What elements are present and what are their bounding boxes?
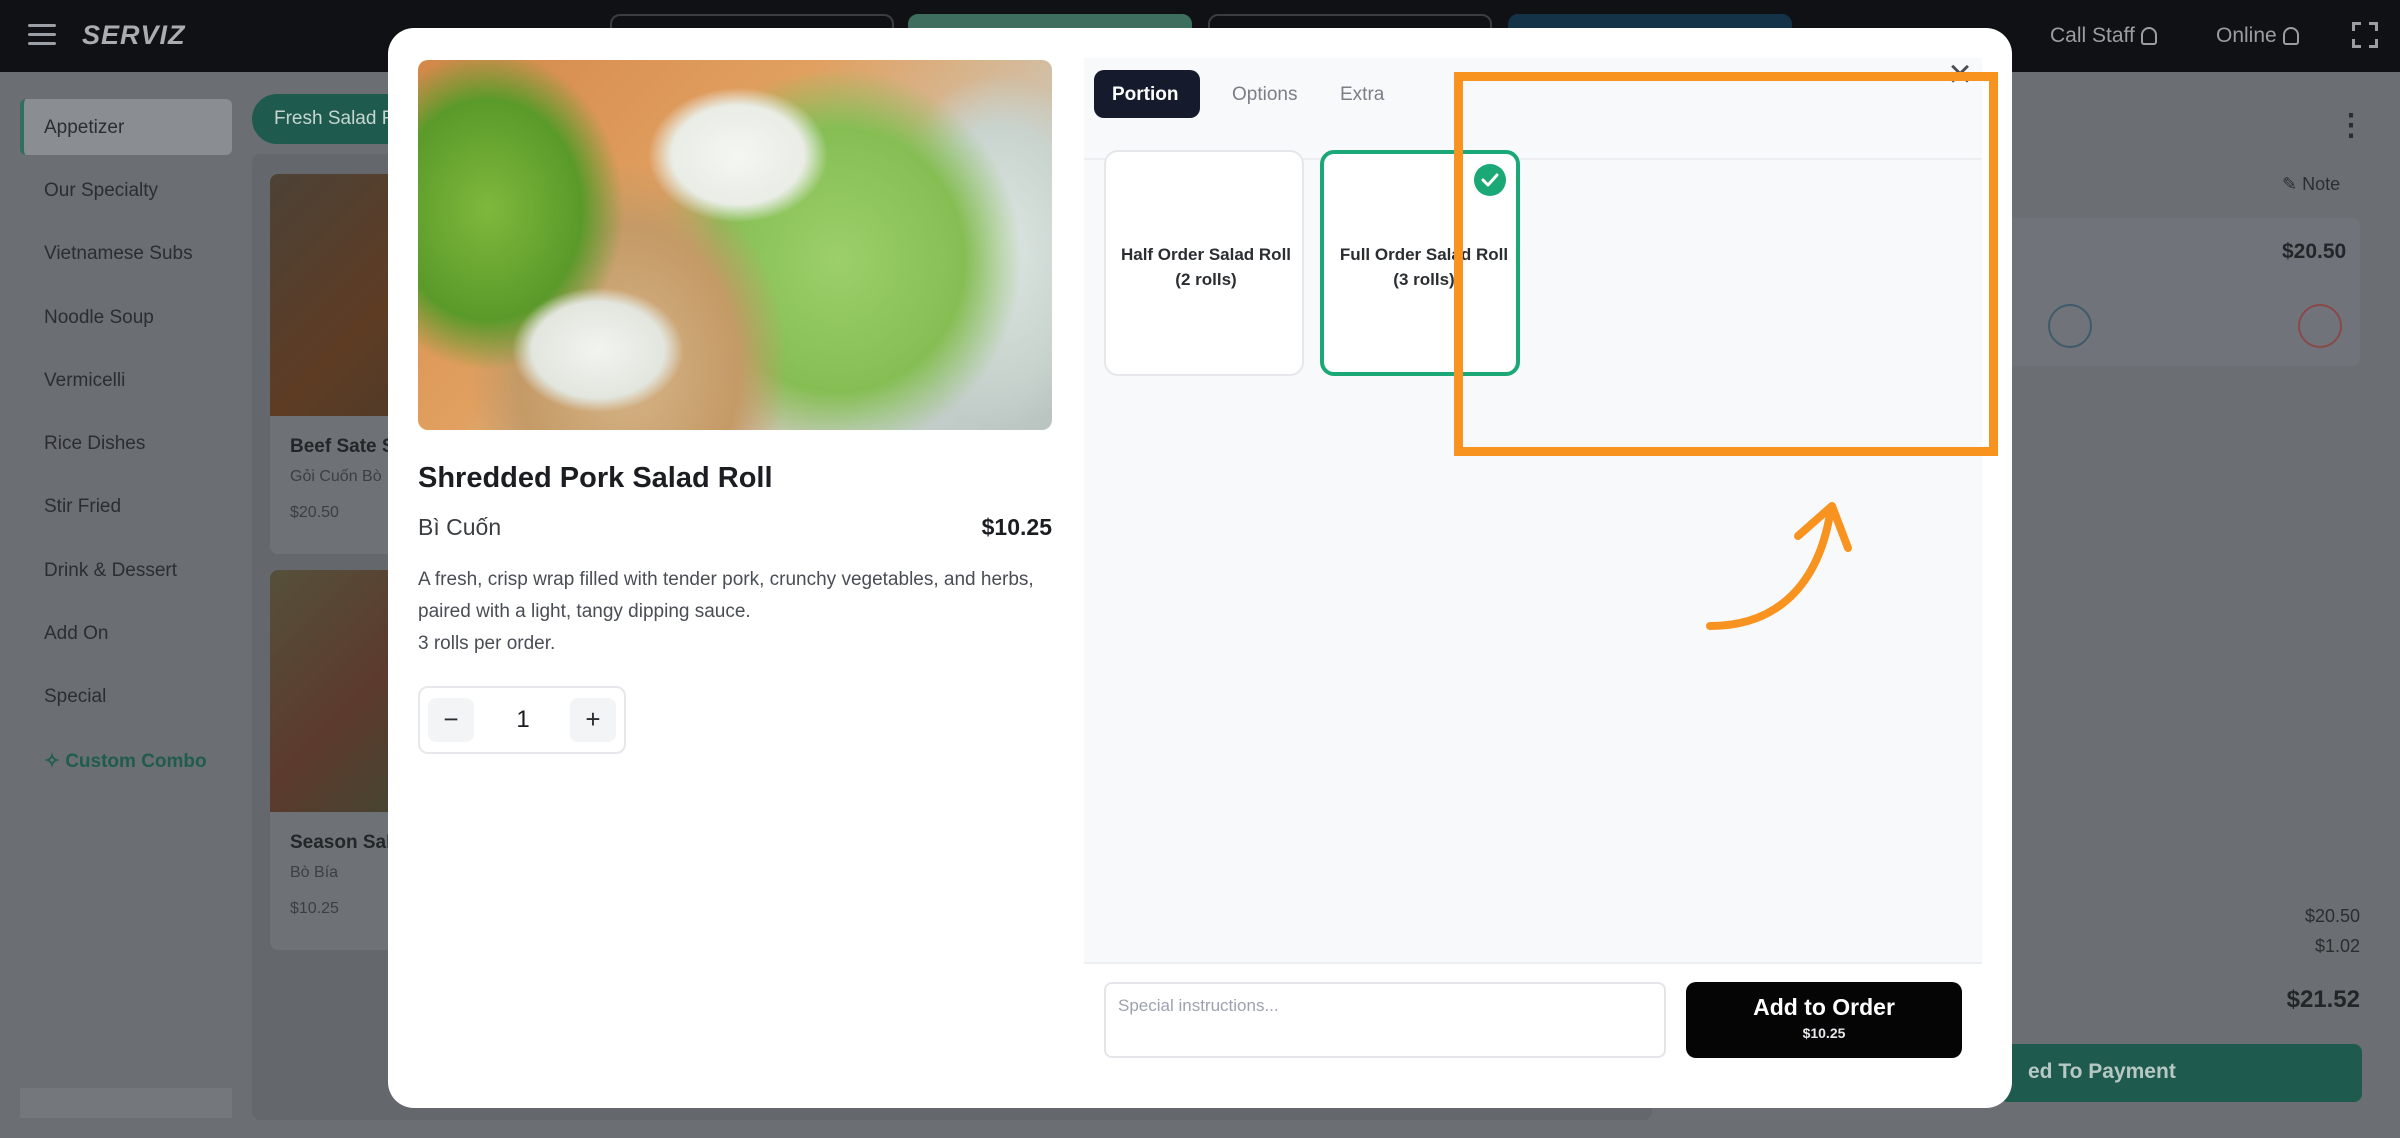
- item-price: $10.25: [981, 514, 1052, 540]
- annotation-arrow-icon: [1706, 502, 1852, 630]
- more-options-icon[interactable]: ⋮: [2336, 111, 2366, 141]
- pencil-icon: ✎: [2282, 174, 2303, 194]
- item-title: Shredded Pork Salad Roll: [418, 462, 773, 494]
- duplicate-icon[interactable]: [2048, 304, 2092, 348]
- brand-logo: SERVIZ: [82, 20, 186, 50]
- sidebar-item-drink-dessert[interactable]: Drink & Dessert: [20, 542, 232, 598]
- annotation-highlight: [1454, 72, 1998, 456]
- item-modal: Shredded Pork Salad Roll Bì Cuốn $10.25 …: [388, 28, 2012, 1108]
- add-to-order-label: Add to Order: [1753, 994, 1895, 1020]
- portion-count: (3 rolls): [1393, 270, 1455, 289]
- portion-label: Half Order Salad Roll (2 rolls): [1114, 242, 1298, 292]
- sidebar-item-appetizer[interactable]: Appetizer: [20, 99, 232, 155]
- call-staff-button[interactable]: Call Staff: [2050, 24, 2157, 48]
- portion-name: Half Order Salad Roll: [1120, 245, 1292, 264]
- sidebar-item-special[interactable]: Special: [20, 668, 232, 724]
- online-status[interactable]: Online: [2216, 24, 2299, 48]
- custom-combo-label: Custom Combo: [65, 751, 207, 772]
- item-subtitle: Bì Cuốn: [418, 514, 502, 540]
- quantity-value: 1: [516, 706, 530, 733]
- add-to-order-button[interactable]: Add to Order $10.25: [1686, 982, 1962, 1058]
- trash-icon[interactable]: [2298, 304, 2342, 348]
- special-instructions-input[interactable]: [1104, 982, 1666, 1058]
- sidebar-item-rice-dishes[interactable]: Rice Dishes: [20, 415, 232, 471]
- tax-value: $1.02: [2314, 936, 2360, 956]
- note-button[interactable]: ✎ Note: [2282, 174, 2340, 195]
- bell-icon: [2282, 27, 2299, 46]
- sidebar-footer: [20, 1088, 232, 1118]
- sidebar-item-stir-fried[interactable]: Stir Fried: [20, 478, 232, 534]
- increment-button[interactable]: +: [570, 698, 616, 742]
- bell-icon: [2140, 27, 2157, 46]
- note-label: Note: [2302, 174, 2341, 194]
- portion-half-order[interactable]: Half Order Salad Roll (2 rolls): [1104, 150, 1304, 376]
- fullscreen-icon[interactable]: [2352, 22, 2378, 48]
- tab-options[interactable]: Options: [1214, 70, 1315, 118]
- proceed-payment-button[interactable]: ed To Payment: [2000, 1044, 2362, 1102]
- sidebar-item-vermicelli[interactable]: Vermicelli: [20, 352, 232, 408]
- sidebar-item-noodle-soup[interactable]: Noodle Soup: [20, 289, 232, 345]
- sidebar-item-vietnamese-subs[interactable]: Vietnamese Subs: [20, 225, 232, 281]
- decrement-button[interactable]: −: [428, 698, 474, 742]
- add-to-order-price: $10.25: [1802, 1025, 1846, 1041]
- item-image: [418, 60, 1052, 430]
- quantity-stepper: − 1 +: [418, 686, 626, 754]
- order-line-price: $20.50: [2282, 240, 2347, 263]
- call-staff-label: Call Staff: [2050, 24, 2135, 47]
- custom-combo-button[interactable]: ✧ Custom Combo: [20, 732, 232, 788]
- portion-count: (2 rolls): [1175, 270, 1237, 289]
- tab-portion[interactable]: Portion: [1094, 70, 1200, 118]
- sidebar-item-add-on[interactable]: Add On: [20, 605, 232, 661]
- category-sidebar: Appetizer Our Specialty Vietnamese Subs …: [0, 72, 248, 1138]
- item-description-note: 3 rolls per order.: [418, 633, 556, 654]
- online-label: Online: [2216, 24, 2277, 47]
- tab-extra[interactable]: Extra: [1322, 70, 1402, 118]
- sidebar-item-our-specialty[interactable]: Our Specialty: [20, 162, 232, 218]
- total-value: $21.52: [2286, 986, 2360, 1013]
- subtotal-value: $20.50: [2304, 906, 2360, 926]
- item-description-text: A fresh, crisp wrap filled with tender p…: [418, 569, 1034, 622]
- item-description: A fresh, crisp wrap filled with tender p…: [418, 564, 1058, 660]
- menu-icon[interactable]: [28, 24, 56, 46]
- sparkle-icon: ✧: [44, 751, 66, 772]
